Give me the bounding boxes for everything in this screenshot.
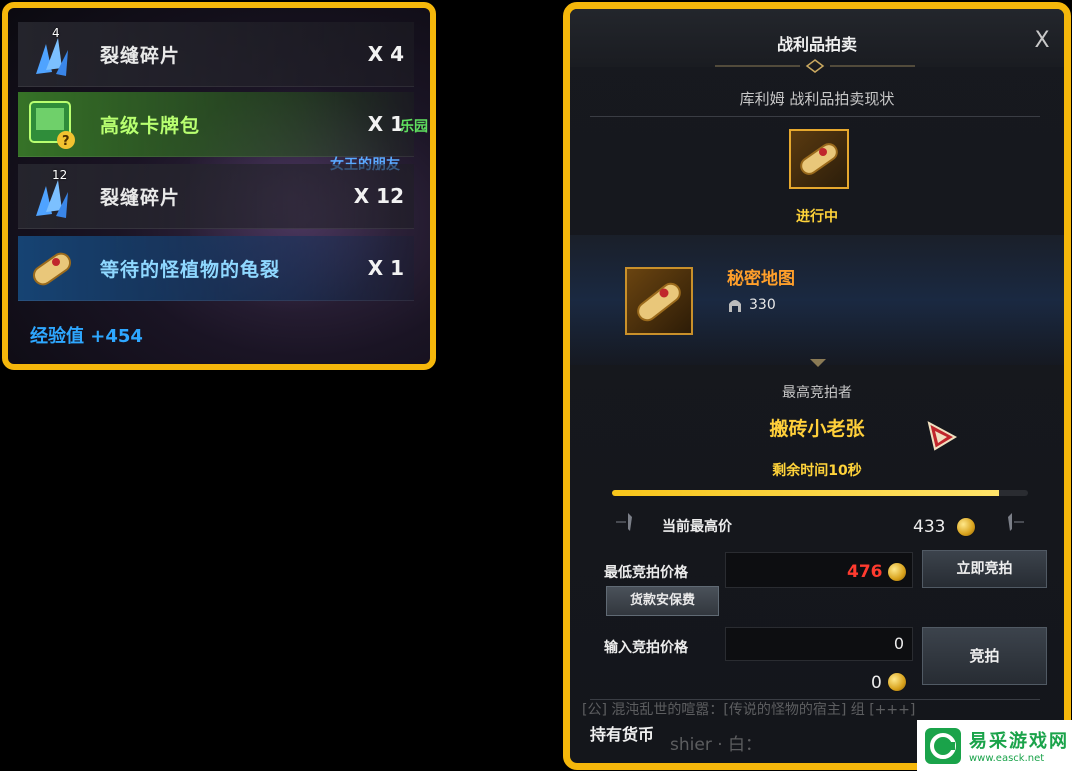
stack-count: 4 [52,26,60,40]
loot-panel: 4 裂缝碎片 X 4 ? 高级卡牌包 X 1 乐园 女王的朋友 12 裂缝碎片 [2,2,436,370]
loot-item-qty: X 1 [367,256,404,280]
remaining-time: 剩余时间10秒 [772,463,862,479]
loot-item-row: 等待的怪植物的龟裂 X 1 [18,236,414,301]
instant-bid-button[interactable]: 立即竞拍 [922,550,1047,588]
loot-item-qty: X 12 [353,184,404,208]
svg-text:?: ? [62,134,70,149]
sword-ornament-icon [1008,513,1024,531]
stack-count: 12 [52,168,68,182]
min-bid-label: 最低竞拍价格 [604,565,688,581]
watermark-title: 易采游戏网 [969,731,1069,752]
loot-item-name: 裂缝碎片 [100,44,181,67]
auction-panel: 战利品拍卖 X 库利姆 战利品拍卖现状 进行中 秘密地图 330 最高竞拍者 搬… [563,2,1071,770]
loot-item-row: 4 裂缝碎片 X 4 [18,22,414,87]
title-ornament-icon [715,59,915,73]
loot-item-qty: X 4 [367,42,404,66]
bid-cost-value: 0 [871,673,882,693]
scroll-icon [22,238,82,298]
gold-coin-icon [888,563,906,581]
loot-item-name: 高级卡牌包 [100,114,201,137]
top-bidder-label: 最高竞拍者 [782,385,852,401]
min-bid-value: 476 [847,562,883,582]
current-high-value: 433 [913,517,946,537]
exp-gain-text: 经验值 +454 [30,326,143,347]
bid-price-input-value: 0 [893,634,904,653]
chat-overlay-text: shier · 白： [670,735,763,755]
auction-item-name: 秘密地图 [727,269,795,289]
bid-button[interactable]: 竞拍 [922,627,1047,685]
holding-currency-label: 持有货币 [590,725,655,744]
crystal-shard-icon: 12 [22,166,82,226]
item-level-value: 330 [749,297,776,313]
loot-item-name: 裂缝碎片 [100,186,181,209]
time-progress-fill [612,490,999,496]
loot-item-qty: X 1 [367,112,404,136]
min-bid-field [725,552,913,588]
flag-icon [927,421,958,451]
time-progress-bar [612,490,1028,496]
card-pack-icon: ? [22,94,82,154]
sword-ornament-icon [616,513,632,531]
auction-status: 进行中 [796,209,838,225]
crystal-shard-icon: 4 [22,24,82,84]
top-bidder-name: 搬砖小老张 [769,418,865,440]
site-logo-icon [925,727,961,764]
site-watermark: 易采游戏网 www.easck.net [917,720,1072,771]
divider [590,116,1040,117]
gold-coin-icon [888,673,906,691]
gold-coin-icon [957,518,975,536]
caret-down-icon [810,359,826,367]
helmet-icon [729,300,741,312]
auction-subtitle: 库利姆 战利品拍卖现状 [739,90,895,108]
auction-title: 战利品拍卖 [776,35,857,54]
scroll-icon [789,129,849,189]
close-button[interactable]: X [1030,29,1054,53]
current-high-label: 当前最高价 [662,519,732,535]
input-bid-label: 输入竞拍价格 [604,640,688,656]
auction-item-level: 330 [727,296,776,314]
loot-item-name: 等待的怪植物的龟裂 [100,258,281,281]
watermark-url: www.easck.net [969,753,1045,764]
bid-price-input[interactable]: 0 [725,627,913,661]
safety-fee-button[interactable]: 货款安保费 [606,586,719,616]
loot-item-row: 12 裂缝碎片 X 12 [18,164,414,229]
scroll-icon [625,267,693,335]
chat-overlay-text: [公] 混沌乱世的喧嚣：[传说的怪物的宿主] 组 [+++] [582,702,916,718]
background-text: 乐园 [400,119,428,135]
loot-item-row: ? 高级卡牌包 X 1 [18,92,414,157]
